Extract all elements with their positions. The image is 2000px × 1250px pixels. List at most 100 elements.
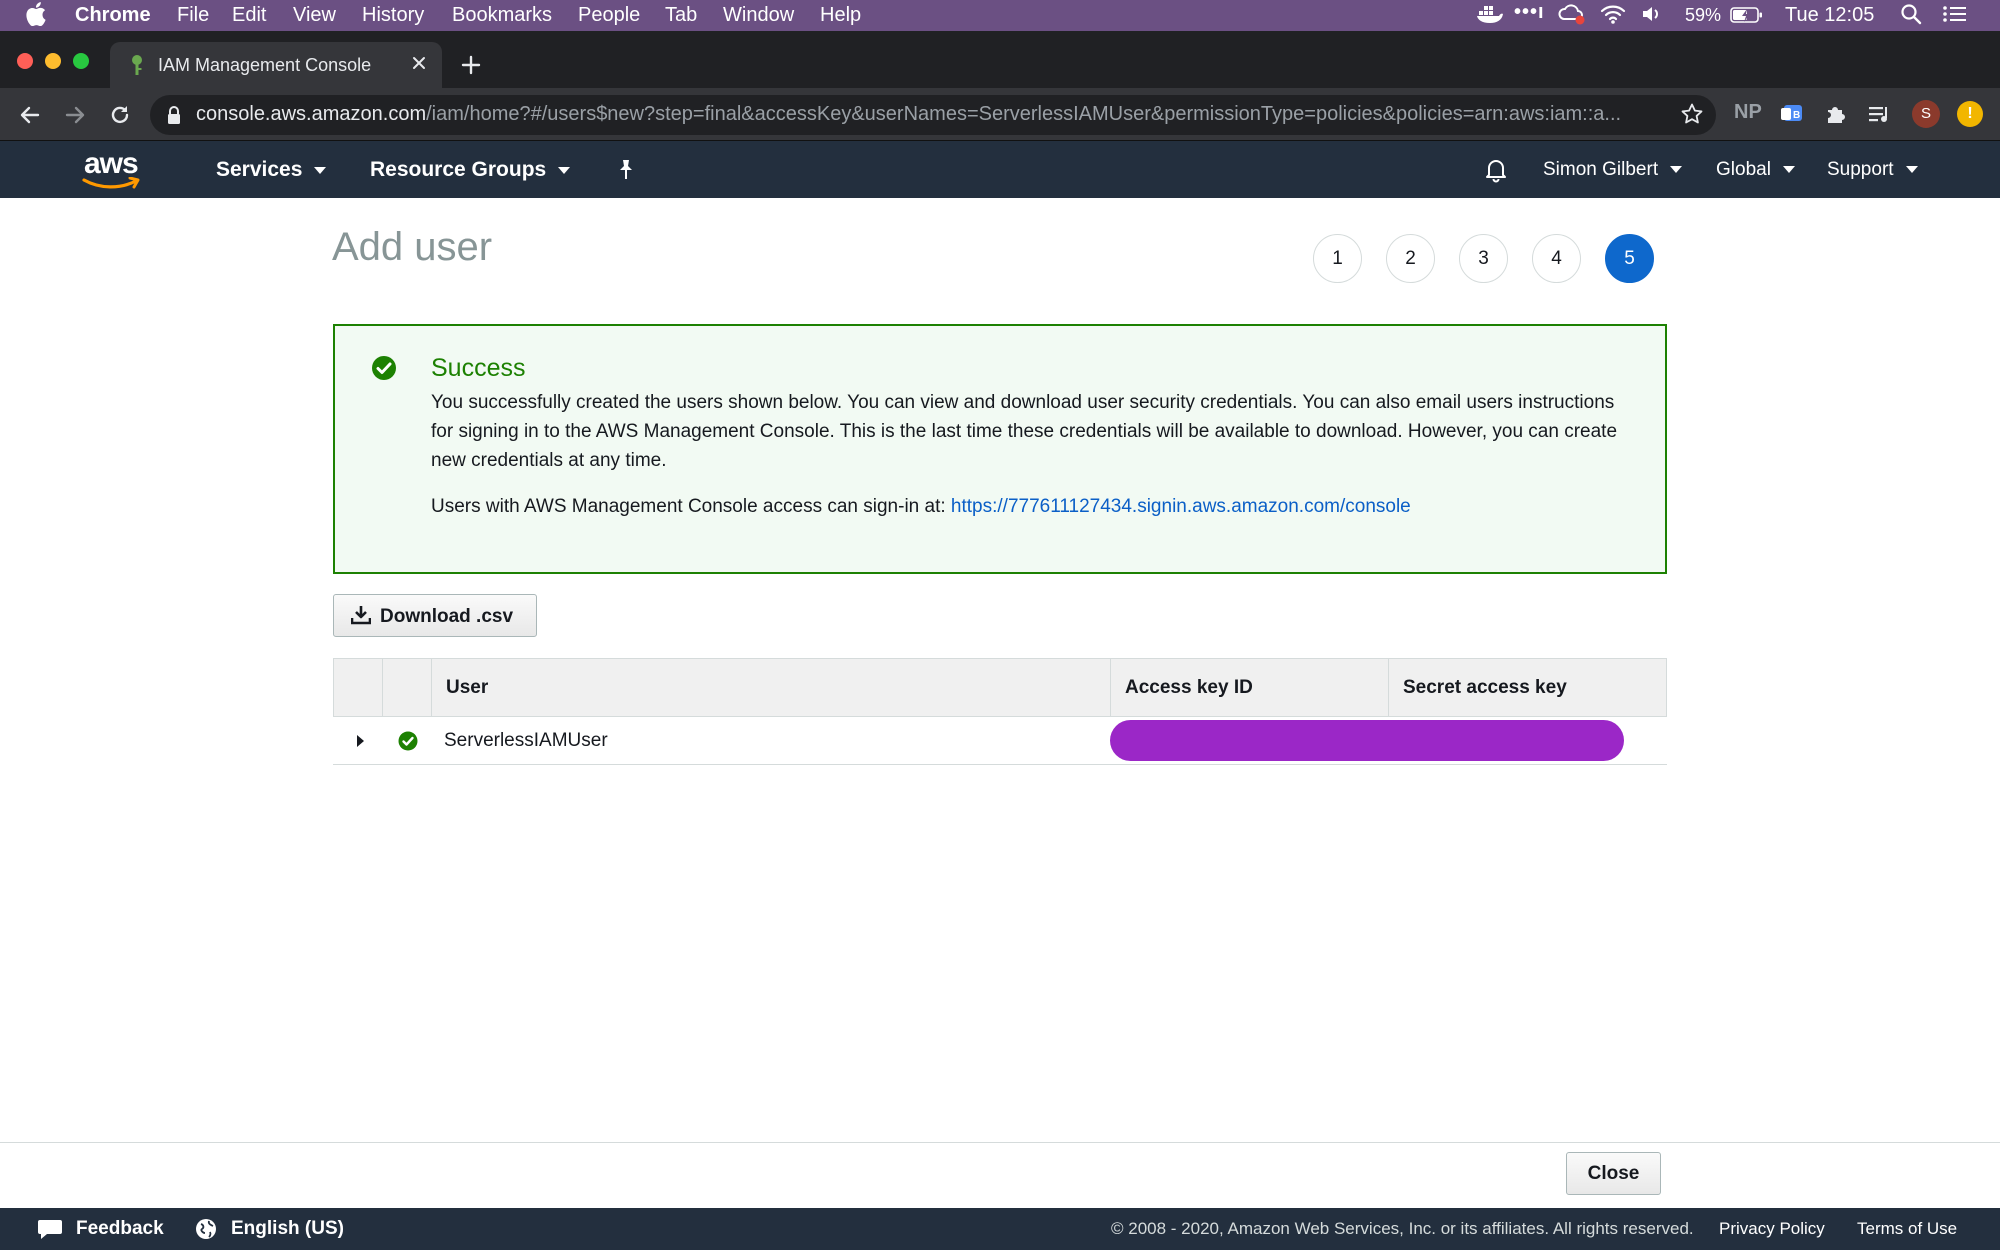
wifi-icon[interactable] <box>1600 3 1626 31</box>
chevron-down-icon <box>558 166 571 174</box>
extension-np-icon[interactable]: NP <box>1734 101 1762 124</box>
globe-icon <box>195 1218 217 1245</box>
copyright-text: © 2008 - 2020, Amazon Web Services, Inc.… <box>1111 1219 1694 1238</box>
menu-history[interactable]: History <box>362 4 424 27</box>
row-success-check-icon <box>398 731 418 756</box>
page-title: Add user <box>332 225 493 269</box>
window-close-button[interactable] <box>17 53 33 69</box>
battery-icon[interactable] <box>1730 5 1764 31</box>
reload-icon[interactable] <box>108 103 132 132</box>
expand-row-icon[interactable] <box>356 734 366 753</box>
resource-groups-menu[interactable]: Resource Groups <box>370 158 571 182</box>
back-arrow-icon[interactable] <box>18 103 42 132</box>
chevron-down-icon <box>314 166 327 174</box>
creative-cloud-icon[interactable] <box>1558 3 1586 31</box>
media-playlist-icon[interactable] <box>1868 103 1892 130</box>
url-host: console.aws.amazon.com <box>196 103 427 125</box>
support-label: Support <box>1827 159 1894 180</box>
aws-navbar: aws Services Resource Groups Simon Gilbe… <box>0 141 2000 198</box>
download-csv-label: Download .csv <box>380 606 514 627</box>
docker-icon[interactable] <box>1476 3 1504 31</box>
success-check-icon <box>371 355 397 386</box>
resource-groups-label: Resource Groups <box>370 158 547 181</box>
chevron-down-icon <box>1782 166 1795 174</box>
table-header: User Access key ID Secret access key <box>333 658 1667 717</box>
macos-menu-bar: Chrome File Edit View History Bookmarks … <box>0 0 2000 31</box>
menu-edit[interactable]: Edit <box>232 4 266 27</box>
column-divider <box>1388 659 1389 716</box>
wizard-step-2[interactable]: 2 <box>1386 234 1435 283</box>
menu-clock[interactable]: Tue 12:05 <box>1785 4 1874 27</box>
services-label: Services <box>216 158 303 181</box>
menu-file[interactable]: File <box>177 4 209 27</box>
column-divider <box>382 659 383 716</box>
column-divider <box>1110 659 1111 716</box>
close-button[interactable]: Close <box>1566 1152 1661 1195</box>
tab-title: IAM Management Console <box>158 55 372 75</box>
menu-people[interactable]: People <box>578 4 640 27</box>
services-menu[interactable]: Services <box>216 158 327 182</box>
column-header-user[interactable]: User <box>446 677 488 699</box>
wizard-step-1[interactable]: 1 <box>1313 234 1362 283</box>
column-header-access-key-id[interactable]: Access key ID <box>1125 677 1253 699</box>
pin-icon[interactable] <box>616 158 636 185</box>
signin-url-link[interactable]: https://777611127434.signin.aws.amazon.c… <box>951 496 1411 517</box>
support-menu[interactable]: Support <box>1827 159 1918 181</box>
menu-view[interactable]: View <box>293 4 336 27</box>
aws-logo-text: aws <box>84 147 139 180</box>
terms-of-use-link[interactable]: Terms of Use <box>1857 1219 1957 1239</box>
apple-icon[interactable] <box>26 2 46 32</box>
feedback-icon <box>37 1218 63 1245</box>
extension-blue-icon[interactable]: B <box>1780 103 1804 130</box>
menu-help[interactable]: Help <box>820 4 861 27</box>
chevron-down-icon <box>1905 166 1918 174</box>
aws-footer: Feedback English (US) © 2008 - 2020, Ama… <box>0 1208 2000 1250</box>
feedback-link[interactable]: Feedback <box>76 1218 164 1240</box>
download-csv-button[interactable]: Download .csv <box>333 594 537 637</box>
menu-app-name[interactable]: Chrome <box>75 4 151 27</box>
menu-tab[interactable]: Tab <box>665 4 697 27</box>
privacy-policy-link[interactable]: Privacy Policy <box>1719 1219 1825 1239</box>
forward-arrow-icon[interactable] <box>63 103 87 132</box>
browser-tab-active[interactable]: IAM Management Console <box>110 42 442 88</box>
chrome-update-icon[interactable]: ! <box>1957 101 1983 127</box>
menu-window[interactable]: Window <box>723 4 794 27</box>
dots-icon[interactable]: •••ı <box>1514 1 1545 24</box>
account-menu[interactable]: Simon Gilbert <box>1543 159 1683 181</box>
language-selector[interactable]: English (US) <box>231 1218 344 1240</box>
battery-percent: 59% <box>1685 5 1722 25</box>
user-name-cell: ServerlessIAMUser <box>444 730 608 751</box>
tab-close-icon[interactable] <box>410 54 428 77</box>
region-menu[interactable]: Global <box>1716 159 1795 181</box>
column-header-secret-access-key[interactable]: Secret access key <box>1403 677 1567 699</box>
chevron-down-icon <box>1670 166 1683 174</box>
redaction-overlay <box>1110 720 1624 761</box>
aws-favicon-icon <box>128 54 146 81</box>
bookmark-star-icon[interactable] <box>1680 102 1704 131</box>
region-label: Global <box>1716 159 1771 180</box>
wizard-step-5-active: 5 <box>1605 234 1654 283</box>
column-divider <box>431 659 432 716</box>
menu-bookmarks[interactable]: Bookmarks <box>452 4 552 27</box>
profile-avatar[interactable]: S <box>1912 100 1940 128</box>
svg-text:B: B <box>1793 110 1800 121</box>
success-title: Success <box>431 354 526 382</box>
url-text[interactable]: console.aws.amazon.com/iam/home?#/users$… <box>196 103 1656 126</box>
signin-line: Users with AWS Management Console access… <box>431 496 1411 518</box>
spotlight-search-icon[interactable] <box>1900 3 1922 31</box>
control-center-icon[interactable] <box>1942 4 1968 30</box>
volume-icon[interactable] <box>1640 3 1662 31</box>
new-tab-icon[interactable] <box>460 54 482 81</box>
window-zoom-button[interactable] <box>73 53 89 69</box>
signin-prefix: Users with AWS Management Console access… <box>431 496 946 517</box>
account-name: Simon Gilbert <box>1543 159 1659 180</box>
wizard-step-4[interactable]: 4 <box>1532 234 1581 283</box>
wizard-step-3[interactable]: 3 <box>1459 234 1508 283</box>
download-icon <box>350 605 372 631</box>
extensions-puzzle-icon[interactable] <box>1825 103 1847 130</box>
window-minimize-button[interactable] <box>45 53 61 69</box>
notifications-bell-icon[interactable] <box>1484 157 1508 188</box>
lock-icon[interactable] <box>166 104 182 131</box>
footer-divider <box>0 1142 2000 1143</box>
url-path: /iam/home?#/users$new?step=final&accessK… <box>426 103 1622 125</box>
